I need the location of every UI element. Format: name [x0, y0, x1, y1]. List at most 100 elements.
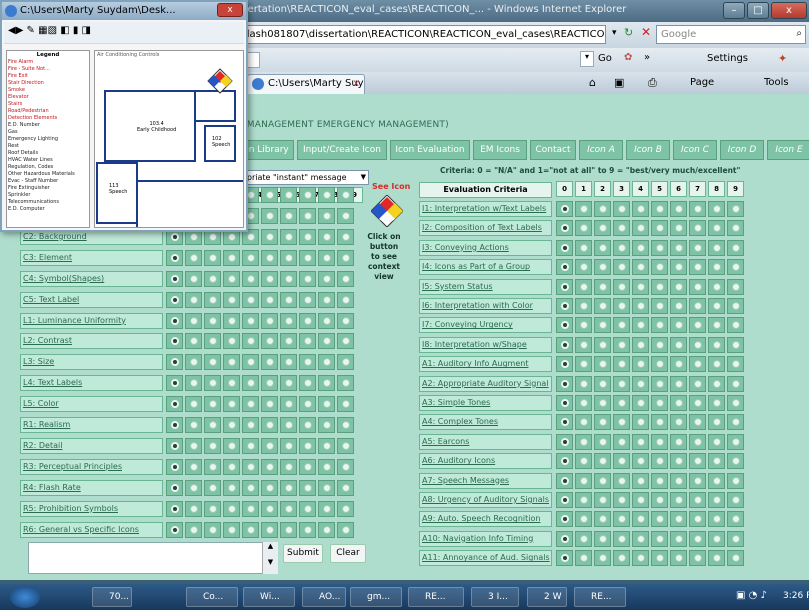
- rating-radio[interactable]: [204, 270, 221, 287]
- rating-radio[interactable]: [594, 530, 611, 547]
- rating-radio[interactable]: [651, 259, 668, 276]
- rating-radio[interactable]: [185, 479, 202, 496]
- rating-radio[interactable]: [556, 298, 573, 314]
- rating-radio[interactable]: [594, 492, 611, 508]
- rating-radio[interactable]: [575, 317, 592, 334]
- rating-radio[interactable]: [204, 521, 221, 538]
- rating-radio[interactable]: [242, 500, 259, 517]
- rating-radio[interactable]: [727, 317, 744, 334]
- rating-radio[interactable]: [727, 550, 744, 567]
- rating-radio[interactable]: [261, 354, 278, 371]
- rating-radio[interactable]: [632, 414, 649, 431]
- rating-radio[interactable]: [261, 291, 278, 308]
- rating-radio[interactable]: [594, 511, 611, 528]
- rating-radio[interactable]: [166, 249, 183, 266]
- rating-radio[interactable]: [651, 492, 668, 508]
- rating-radio[interactable]: [242, 312, 259, 329]
- rating-radio[interactable]: [318, 521, 335, 538]
- rating-radio[interactable]: [575, 259, 592, 276]
- rating-radio[interactable]: [166, 396, 183, 413]
- home-icon[interactable]: ⌂: [589, 76, 596, 89]
- rating-radio[interactable]: [166, 312, 183, 329]
- criterion-link[interactable]: I7: Conveying Urgency: [419, 317, 552, 334]
- rating-radio[interactable]: [185, 396, 202, 413]
- rating-radio[interactable]: [280, 312, 297, 329]
- rating-radio[interactable]: [242, 375, 259, 392]
- rating-radio[interactable]: [651, 317, 668, 334]
- rating-radio[interactable]: [670, 298, 687, 314]
- maximize-button[interactable]: □: [747, 2, 769, 19]
- rating-radio[interactable]: [689, 278, 706, 295]
- rating-radio[interactable]: [575, 453, 592, 470]
- rating-radio[interactable]: [556, 492, 573, 508]
- rating-radio[interactable]: [632, 356, 649, 373]
- rating-radio[interactable]: [318, 479, 335, 496]
- rating-radio[interactable]: [223, 417, 240, 433]
- rating-radio[interactable]: [594, 317, 611, 334]
- rating-radio[interactable]: [689, 492, 706, 508]
- rating-radio[interactable]: [708, 550, 725, 567]
- rating-radio[interactable]: [280, 208, 297, 224]
- rating-radio[interactable]: [280, 437, 297, 454]
- rating-radio[interactable]: [299, 479, 316, 496]
- criterion-link[interactable]: R4: Flash Rate: [20, 479, 163, 496]
- rating-radio[interactable]: [556, 239, 573, 256]
- criterion-link[interactable]: R2: Detail: [20, 437, 163, 454]
- rating-radio[interactable]: [223, 312, 240, 329]
- rating-radio[interactable]: [651, 395, 668, 411]
- rating-radio[interactable]: [708, 239, 725, 256]
- rating-radio[interactable]: [166, 479, 183, 496]
- rating-radio[interactable]: [261, 312, 278, 329]
- rating-radio[interactable]: [632, 511, 649, 528]
- rating-radio[interactable]: [337, 437, 354, 454]
- rating-radio[interactable]: [651, 356, 668, 373]
- rating-radio[interactable]: [318, 333, 335, 350]
- rating-radio[interactable]: [185, 521, 202, 538]
- rating-radio[interactable]: [299, 249, 316, 266]
- rating-radio[interactable]: [727, 433, 744, 450]
- rating-radio[interactable]: [166, 375, 183, 392]
- rating-radio[interactable]: [689, 550, 706, 567]
- rating-radio[interactable]: [556, 259, 573, 276]
- rating-radio[interactable]: [556, 336, 573, 353]
- rating-radio[interactable]: [185, 249, 202, 266]
- criterion-link[interactable]: I3: Conveying Actions: [419, 239, 552, 256]
- rating-radio[interactable]: [204, 500, 221, 517]
- rating-radio[interactable]: [689, 453, 706, 470]
- rating-radio[interactable]: [280, 291, 297, 308]
- rating-radio[interactable]: [318, 228, 335, 245]
- rating-radio[interactable]: [689, 530, 706, 547]
- rating-radio[interactable]: [708, 278, 725, 295]
- criterion-link[interactable]: L4: Text Labels: [20, 375, 163, 392]
- rating-radio[interactable]: [299, 354, 316, 371]
- rating-radio[interactable]: [670, 278, 687, 295]
- rating-radio[interactable]: [708, 453, 725, 470]
- rating-radio[interactable]: [651, 453, 668, 470]
- criterion-link[interactable]: A4: Complex Tones: [419, 414, 552, 431]
- rating-radio[interactable]: [556, 530, 573, 547]
- rating-radio[interactable]: [651, 433, 668, 450]
- rating-radio[interactable]: [689, 395, 706, 411]
- rating-radio[interactable]: [204, 479, 221, 496]
- rating-radio[interactable]: [223, 291, 240, 308]
- rating-radio[interactable]: [204, 333, 221, 350]
- rating-radio[interactable]: [651, 472, 668, 489]
- rating-radio[interactable]: [575, 356, 592, 373]
- taskbar-item[interactable]: 70...: [92, 587, 132, 607]
- rating-radio[interactable]: [594, 336, 611, 353]
- rating-radio[interactable]: [727, 278, 744, 295]
- rating-radio[interactable]: [318, 270, 335, 287]
- rating-radio[interactable]: [613, 414, 630, 431]
- rating-radio[interactable]: [613, 453, 630, 470]
- taskbar-item[interactable]: Wi...: [243, 587, 295, 607]
- rating-radio[interactable]: [185, 312, 202, 329]
- rating-radio[interactable]: [632, 395, 649, 411]
- rating-radio[interactable]: [280, 458, 297, 475]
- rating-radio[interactable]: [204, 458, 221, 475]
- search-input[interactable]: Google ⌕: [656, 25, 806, 44]
- rating-radio[interactable]: [299, 270, 316, 287]
- rating-radio[interactable]: [261, 187, 278, 204]
- rating-radio[interactable]: [670, 414, 687, 431]
- rating-radio[interactable]: [299, 228, 316, 245]
- rating-radio[interactable]: [204, 417, 221, 433]
